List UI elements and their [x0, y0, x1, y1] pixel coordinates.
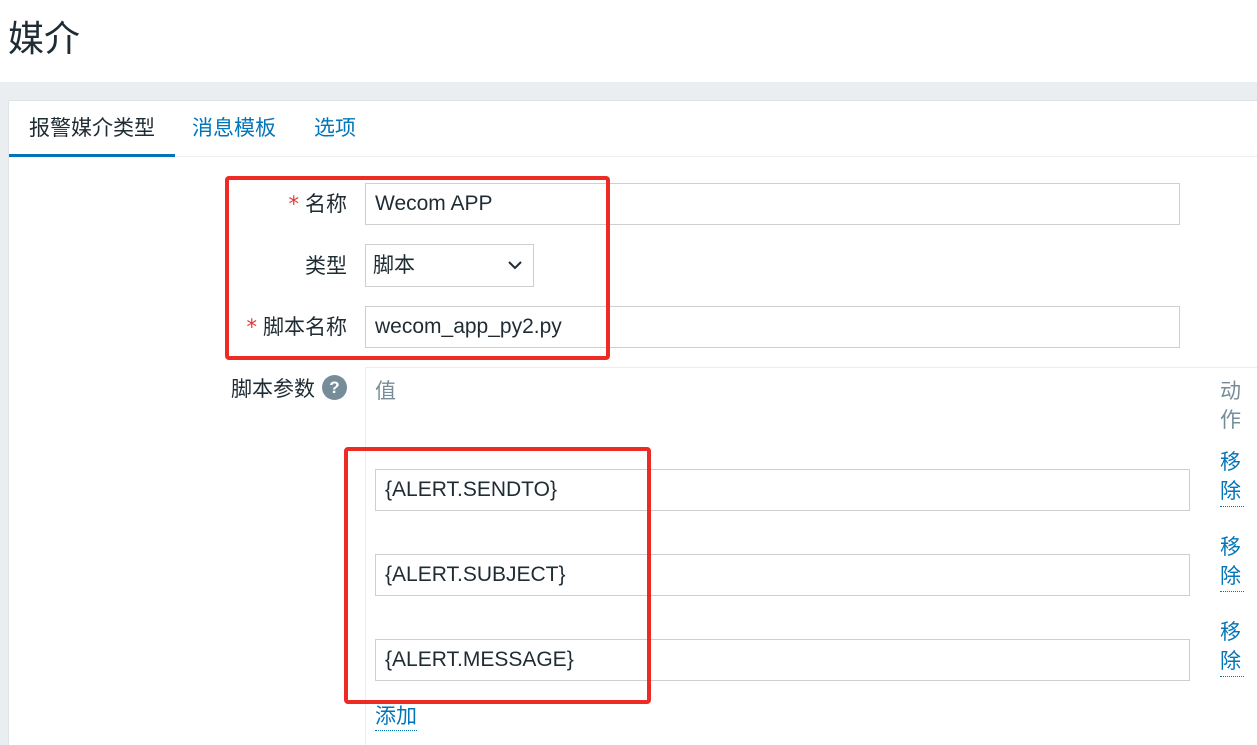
script-name-label: * 脚本名称 — [200, 313, 348, 341]
param-input[interactable]: {ALERT.SENDTO} — [375, 469, 1190, 511]
name-label-text: 名称 — [305, 192, 347, 216]
type-select[interactable]: 脚本 — [365, 244, 534, 287]
param-input[interactable]: {ALERT.MESSAGE} — [375, 639, 1190, 681]
param-input[interactable]: {ALERT.SUBJECT} — [375, 554, 1190, 596]
chevron-down-icon — [508, 261, 522, 270]
remove-link[interactable]: 移除 — [1220, 448, 1244, 507]
tab-message-templates[interactable]: 消息模板 — [192, 101, 276, 157]
remove-link[interactable]: 移除 — [1220, 618, 1244, 677]
add-param-link[interactable]: 添加 — [375, 702, 417, 731]
tab-media-type[interactable]: 报警媒介类型 — [9, 101, 175, 157]
name-input[interactable]: Wecom APP — [365, 183, 1180, 225]
script-name-label-text: 脚本名称 — [263, 315, 347, 339]
column-header-action: 动作 — [1220, 379, 1241, 432]
page-title: 媒介 — [8, 19, 81, 60]
help-icon[interactable]: ? — [322, 375, 347, 400]
script-params-label: 脚本参数 — [231, 377, 315, 401]
required-marker: * — [246, 315, 258, 339]
tab-bar: 报警媒介类型 消息模板 选项 — [9, 101, 1257, 157]
type-label: 类型 — [305, 254, 347, 278]
script-name-input[interactable]: wecom_app_py2.py — [365, 306, 1180, 348]
remove-link[interactable]: 移除 — [1220, 533, 1244, 592]
page-header: 媒介 — [0, 0, 1257, 82]
name-label: * 名称 — [240, 190, 348, 218]
column-header-value: 值 — [375, 379, 396, 403]
required-marker: * — [288, 192, 300, 216]
tab-options[interactable]: 选项 — [314, 101, 356, 157]
type-select-value: 脚本 — [373, 253, 415, 277]
